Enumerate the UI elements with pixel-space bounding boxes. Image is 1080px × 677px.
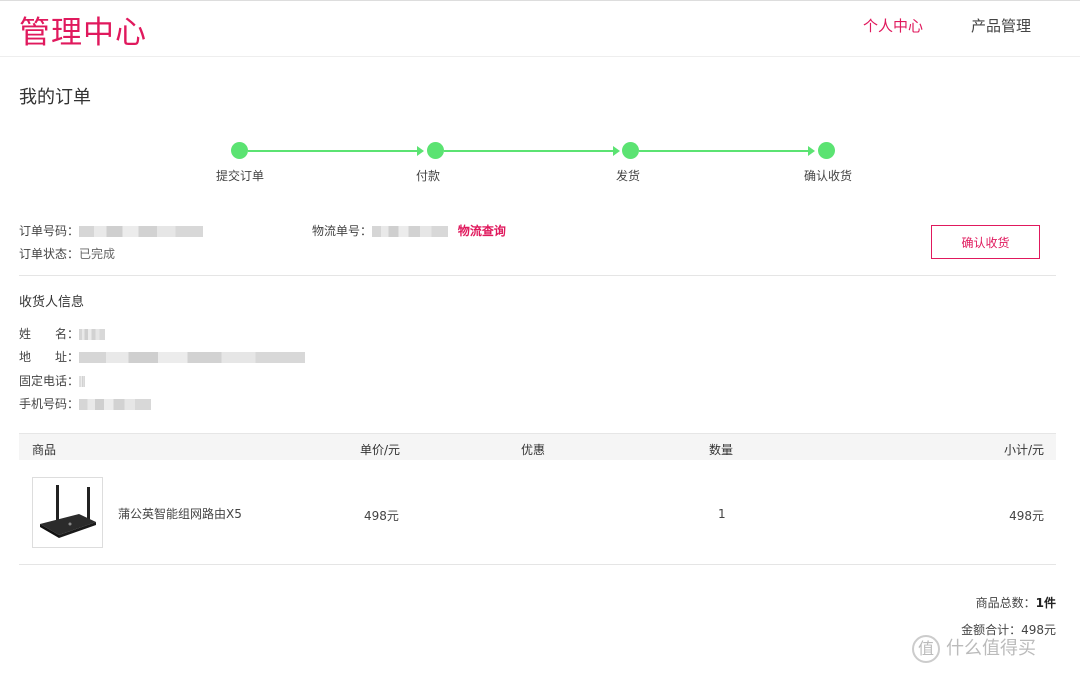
product-image[interactable] bbox=[32, 477, 103, 548]
recipient-mobile-label: 手机号码： bbox=[19, 397, 80, 411]
page-title: 我的订单 bbox=[19, 87, 91, 108]
step-label-confirm: 确认收货 bbox=[803, 169, 852, 183]
order-number-label: 订单号码： bbox=[19, 224, 80, 238]
recipient-phone-redacted bbox=[79, 376, 86, 387]
step-arrow-icon bbox=[417, 146, 424, 156]
tracking-query-link[interactable]: 物流查询 bbox=[458, 224, 506, 238]
step-label-ship: 发货 bbox=[615, 169, 640, 183]
recipient-address-label: 地 址： bbox=[19, 350, 80, 364]
recipient-name-label: 姓 名： bbox=[19, 327, 80, 341]
product-qty: 1 bbox=[718, 507, 726, 521]
recipient-phone-label: 固定电话： bbox=[19, 374, 80, 388]
step-dot-icon bbox=[622, 142, 639, 159]
step-dot-icon bbox=[818, 142, 835, 159]
nav-product-management[interactable]: 产品管理 bbox=[971, 15, 1031, 36]
col-qty: 数量 bbox=[709, 443, 734, 457]
step-dot-icon bbox=[427, 142, 444, 159]
order-status-value: 已完成 bbox=[79, 247, 116, 261]
product-price: 498元 bbox=[364, 509, 399, 523]
col-discount: 优惠 bbox=[521, 443, 546, 457]
recipient-section-title: 收货人信息 bbox=[19, 295, 85, 310]
col-product: 商品 bbox=[32, 443, 57, 457]
divider bbox=[19, 275, 1056, 276]
step-arrow-icon bbox=[613, 146, 620, 156]
recipient-mobile-row: 手机号码： bbox=[19, 395, 152, 412]
recipient-name-redacted bbox=[79, 329, 106, 340]
order-status-row: 订单状态：已完成 bbox=[19, 245, 115, 262]
tracking-row: 物流单号： 物流查询 bbox=[312, 222, 506, 239]
order-progress: 提交订单 付款 发货 确认收货 bbox=[200, 140, 880, 190]
confirm-receipt-button[interactable]: 确认收货 bbox=[931, 225, 1040, 259]
recipient-address-redacted bbox=[79, 352, 306, 363]
product-name[interactable]: 蒲公英智能组网路由X5 bbox=[118, 505, 242, 522]
summary-count-value: 1件 bbox=[1035, 596, 1056, 610]
tracking-label: 物流单号： bbox=[312, 224, 373, 238]
summary-count: 商品总数：1件 bbox=[976, 594, 1056, 611]
watermark-logo-icon: 值 bbox=[912, 635, 940, 663]
step-connector bbox=[248, 150, 418, 152]
router-icon bbox=[40, 485, 96, 538]
recipient-address-row: 地 址： bbox=[19, 348, 306, 365]
order-number-redacted bbox=[79, 226, 204, 237]
nav-personal-center[interactable]: 个人中心 bbox=[863, 15, 923, 36]
watermark-text: 什么值得买 bbox=[946, 638, 1036, 659]
step-connector bbox=[639, 150, 809, 152]
product-table-header: 商品 单价/元 优惠 数量 小计/元 bbox=[19, 433, 1056, 460]
top-header: 管理中心 个人中心 产品管理 bbox=[0, 0, 1080, 57]
step-dot-icon bbox=[231, 142, 248, 159]
col-price: 单价/元 bbox=[360, 443, 401, 457]
watermark: 值什么值得买 bbox=[912, 634, 1036, 663]
brand-title: 管理中心 bbox=[19, 15, 147, 51]
step-label-pay: 付款 bbox=[415, 169, 440, 183]
divider bbox=[19, 564, 1056, 565]
recipient-mobile-redacted bbox=[79, 399, 152, 410]
step-connector bbox=[444, 150, 614, 152]
summary-count-label: 商品总数： bbox=[975, 596, 1036, 610]
step-label-submit: 提交订单 bbox=[215, 169, 264, 183]
order-status-label: 订单状态： bbox=[19, 247, 80, 261]
col-subtotal: 小计/元 bbox=[1003, 443, 1044, 457]
order-number-row: 订单号码： bbox=[19, 222, 204, 239]
step-arrow-icon bbox=[808, 146, 815, 156]
recipient-phone-row: 固定电话： bbox=[19, 372, 86, 389]
tracking-number-redacted bbox=[372, 226, 449, 237]
product-subtotal: 498元 bbox=[1009, 509, 1044, 523]
recipient-name-row: 姓 名： bbox=[19, 325, 106, 342]
